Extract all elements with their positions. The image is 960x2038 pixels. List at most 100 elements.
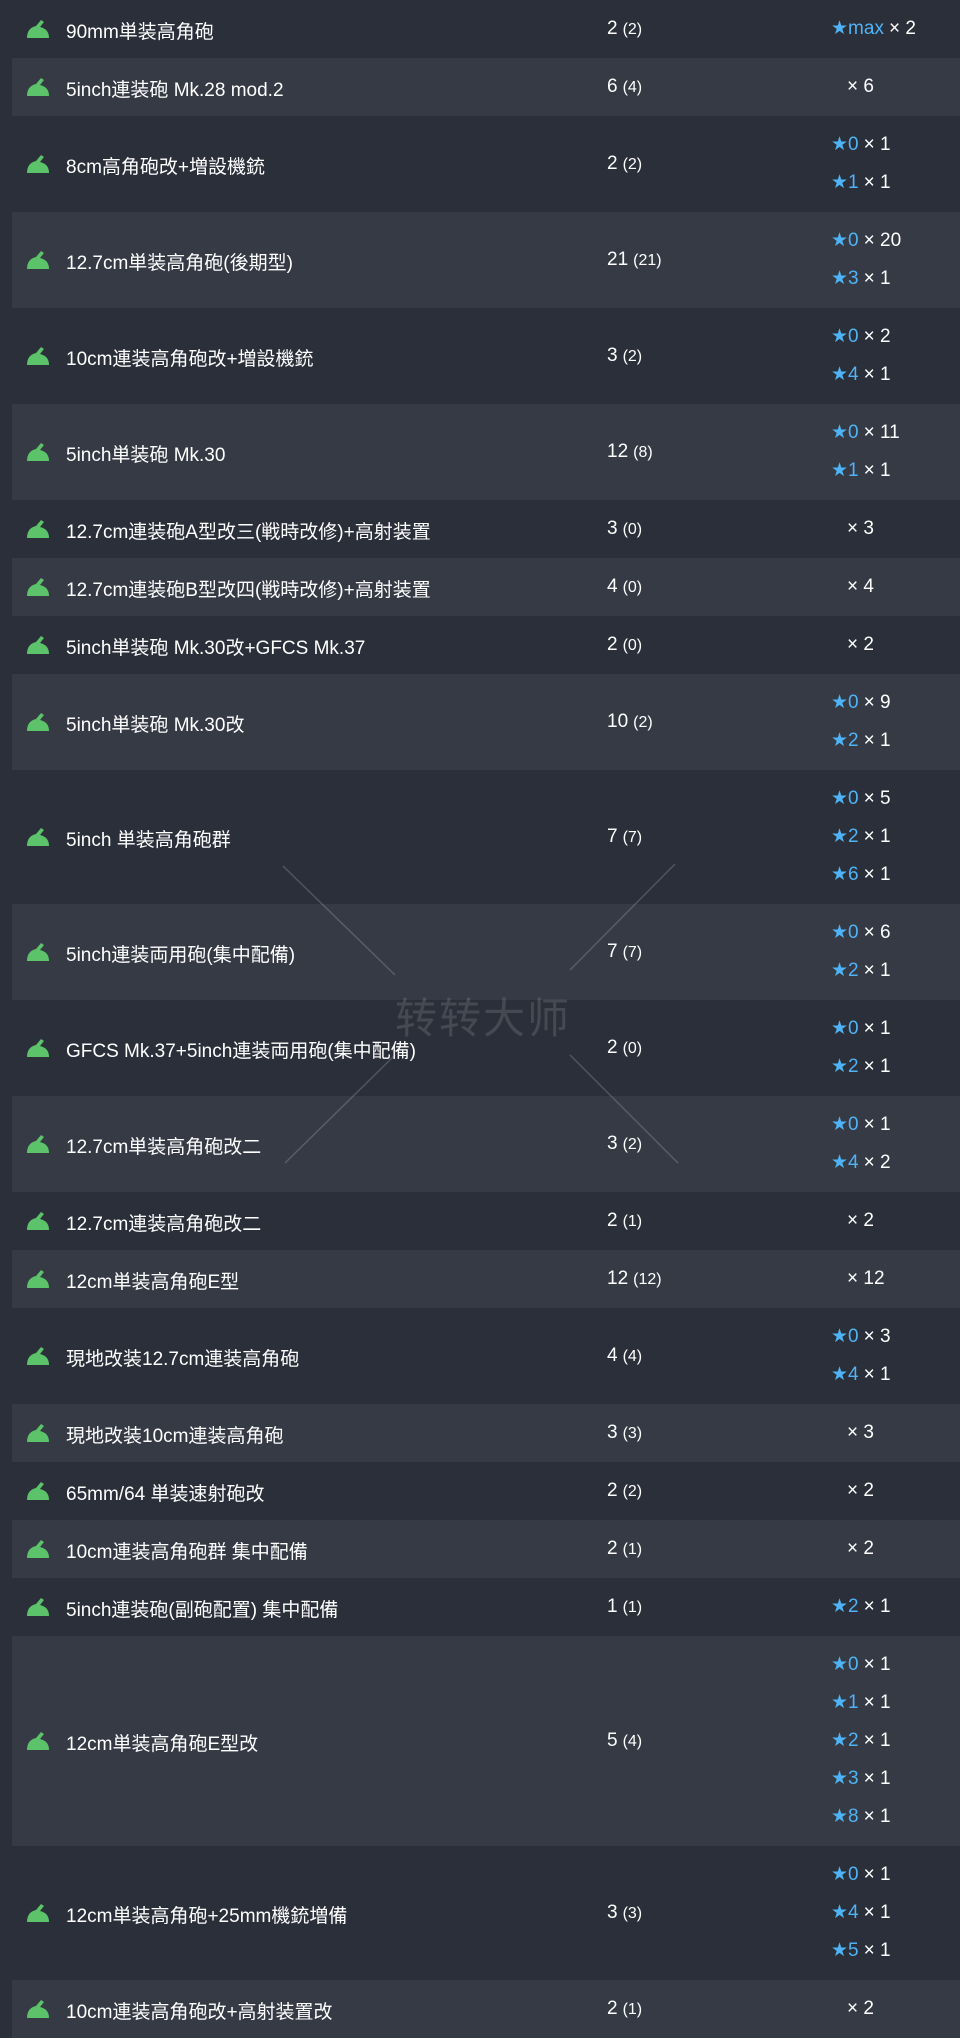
improvement-multiplier: × 1: [863, 1114, 891, 1135]
equipment-name: 10cm連装高角砲群 集中配備: [66, 1542, 308, 1563]
star-icon: ★: [831, 1596, 849, 1617]
count-total: 4: [607, 1345, 618, 1366]
equipment-name: 12.7cm単装高角砲改二: [66, 1137, 262, 1158]
equipment-count: 2 (2): [607, 18, 642, 40]
equipment-row: 65mm/64 単装速射砲改 2 (2) × 2: [12, 1462, 960, 1520]
improvement-list: ★0 × 1 ★1 × 1: [831, 116, 951, 212]
improvement-multiplier: × 2: [888, 18, 916, 39]
improvement-line: ★4 × 1: [831, 1901, 891, 1925]
equipment-name: 10cm連装高角砲改+増設機銃: [66, 349, 314, 370]
improvement-multiplier: × 11: [863, 422, 900, 443]
star-icon: ★: [831, 1654, 849, 1675]
improvement-line: ★4 × 1: [831, 1363, 891, 1387]
improvement-level: 0: [848, 326, 859, 347]
improvement-line: × 6: [847, 75, 874, 99]
equipment-count: 3 (3): [607, 1902, 642, 1924]
count-locked: (2): [633, 714, 653, 731]
improvement-multiplier: × 6: [863, 922, 891, 943]
improvement-line: × 2: [847, 1479, 874, 1503]
count-total: 2: [607, 1538, 618, 1559]
improvement-list: ★ 0 × 11 ★1 × 1: [831, 404, 951, 500]
count-locked: (12): [633, 1271, 662, 1288]
equipment-count: 2 (2): [607, 1480, 642, 1502]
star-icon: ★: [831, 172, 849, 193]
count-locked: (1): [622, 1599, 643, 1616]
improvement-multiplier: × 1: [863, 1018, 891, 1039]
equipment-row: 10cm連装高角砲改+高射装置改 2 (1) × 2: [12, 1980, 960, 2038]
improvement-multiplier: × 1: [863, 864, 891, 885]
count-locked: (8): [633, 444, 653, 461]
improvement-list: ★max × 2: [831, 0, 951, 58]
count-locked: (3): [622, 1425, 643, 1442]
star-icon: ★: [831, 460, 849, 481]
improvement-multiplier: × 6: [847, 76, 874, 97]
count-locked: (0): [622, 521, 643, 538]
improvement-line: ★0 × 1: [831, 1017, 891, 1041]
count-total: 2: [607, 1480, 618, 1501]
equipment-row: 12.7cm連装砲A型改三(戦時改修)+高射装置 3 (0) × 3: [12, 500, 960, 558]
equipment-name: 5inch連装砲(副砲配置) 集中配備: [66, 1600, 339, 1621]
improvement-multiplier: × 5: [863, 788, 891, 809]
gun-mount-icon: [25, 1423, 51, 1443]
improvement-line: ★2 × 1: [831, 1055, 891, 1079]
improvement-level: 0: [848, 922, 859, 943]
equipment-count: 2 (1): [607, 1210, 642, 1232]
improvement-line: ★1 × 1: [831, 459, 891, 483]
improvement-level: 0: [848, 1864, 859, 1885]
count-total: 5: [607, 1730, 618, 1751]
count-locked: (21): [633, 252, 662, 269]
count-total: 7: [607, 826, 618, 847]
count-locked: (0): [622, 637, 643, 654]
improvement-line: × 4: [847, 575, 874, 599]
improvement-line: ★2 × 1: [831, 825, 891, 849]
improvement-line: ★0 × 9: [831, 691, 891, 715]
count-locked: (4): [622, 1733, 643, 1750]
count-total: 12: [607, 441, 629, 462]
star-icon: ★: [831, 1018, 849, 1039]
improvement-list: ★2 × 1: [831, 1578, 951, 1636]
improvement-multiplier: × 3: [847, 1422, 874, 1443]
count-locked: (1): [622, 1541, 643, 1558]
improvement-list: × 2: [831, 1520, 951, 1578]
equipment-name: 現地改装10cm連装高角砲: [66, 1426, 284, 1447]
equipment-row: 90mm単装高角砲 2 (2) ★max × 2: [12, 0, 960, 58]
improvement-list: × 2: [831, 616, 951, 674]
improvement-level: 0: [848, 788, 859, 809]
count-locked: (0): [622, 1040, 643, 1057]
equipment-row: 8cm高角砲改+増設機銃 2 (2) ★0 × 1 ★1 × 1: [12, 116, 960, 212]
equipment-row: 5inch連装砲 Mk.28 mod.2 6 (4) × 6: [12, 58, 960, 116]
star-icon: ★: [831, 1152, 849, 1173]
equipment-row: 12cm単装高角砲+25mm機銃増備 3 (3) ★0 × 1 ★4 × 1 ★5 × 1: [12, 1846, 960, 1980]
count-total: 3: [607, 1133, 618, 1154]
improvement-level: 0: [848, 1114, 859, 1135]
count-locked: (2): [622, 1483, 643, 1500]
improvement-multiplier: × 1: [863, 1596, 891, 1617]
gun-mount-icon: [25, 346, 51, 366]
equipment-row: 10cm連装高角砲改+増設機銃 3 (2) ★0 × 2 ★4 × 1: [12, 308, 960, 404]
improvement-multiplier: × 2: [847, 1538, 874, 1559]
improvement-list: ★0 × 2 ★4 × 1: [831, 308, 951, 404]
improvement-level: 0: [848, 422, 859, 443]
star-icon: ★: [831, 1692, 849, 1713]
gun-mount-icon: [25, 250, 51, 270]
star-icon: ★: [831, 960, 849, 981]
equipment-name: 5inch連装両用砲(集中配備): [66, 945, 296, 966]
equipment-name: 12cm単装高角砲+25mm機銃増備: [66, 1906, 348, 1927]
equipment-name: 8cm高角砲改+増設機銃: [66, 157, 265, 178]
improvement-line: ★max × 2: [831, 17, 916, 41]
star-icon: ★: [831, 18, 849, 39]
improvement-multiplier: × 1: [863, 1806, 891, 1827]
improvement-list: × 4: [831, 558, 951, 616]
equipment-name: 12.7cm連装砲A型改三(戦時改修)+高射装置: [66, 522, 431, 543]
count-total: 10: [607, 711, 629, 732]
gun-mount-icon: [25, 1539, 51, 1559]
improvement-level: 2: [848, 730, 859, 751]
improvement-multiplier: × 1: [863, 268, 891, 289]
improvement-multiplier: × 1: [863, 826, 891, 847]
equipment-count: 3 (2): [607, 1133, 642, 1155]
gun-mount-icon: [25, 1211, 51, 1231]
improvement-line: ★2 × 1: [831, 1729, 891, 1753]
equipment-name: GFCS Mk.37+5inch連装両用砲(集中配備): [66, 1041, 416, 1062]
gun-mount-icon: [25, 19, 51, 39]
star-icon: ★: [831, 1806, 849, 1827]
